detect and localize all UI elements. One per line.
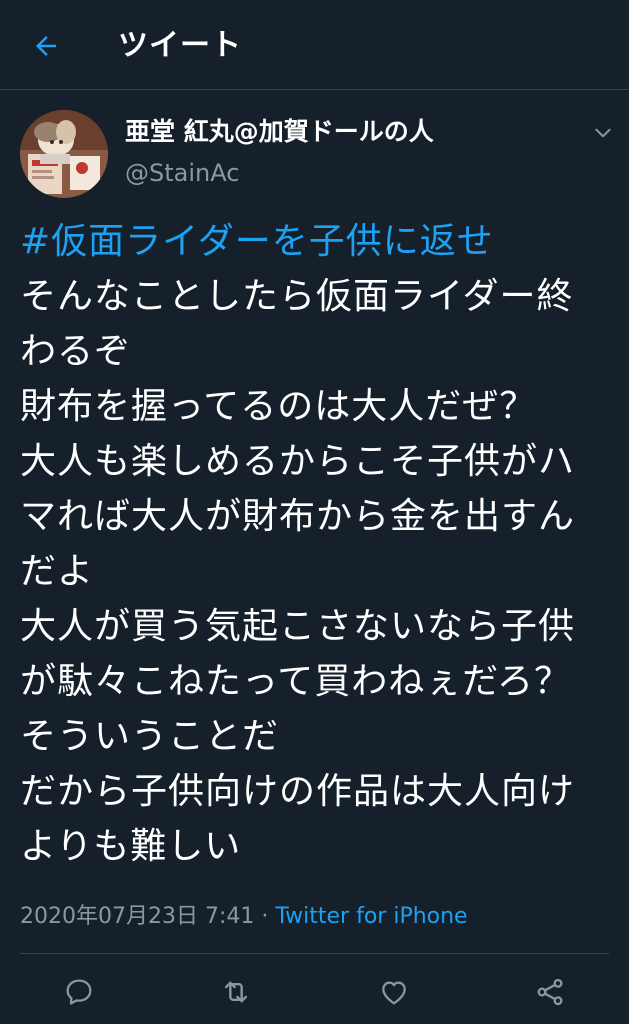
tweet-timestamp[interactable]: 2020年07月23日 7:41 (20, 904, 254, 929)
tweet-line: が駄々こねたって買わねぇだろ？ (20, 661, 572, 702)
tweet-text: #仮面ライダーを子供に返せ そんなことしたら仮面ライダー終 わるぞ 財布を握って… (20, 214, 612, 874)
retweet-icon (224, 981, 248, 1003)
tweet-line: そういうことだ (20, 716, 280, 757)
like-button[interactable] (374, 972, 414, 1012)
hashtag-link[interactable]: #仮面ライダーを子供に返せ (20, 214, 612, 269)
divider (20, 953, 609, 954)
retweet-button[interactable] (216, 972, 256, 1012)
more-options-button[interactable] (588, 118, 618, 148)
page-title: ツイート (118, 28, 242, 63)
meta-separator: · (254, 904, 276, 929)
tweet-line: だよ (20, 551, 95, 592)
tweet-line: だから子供向けの作品は大人向け (20, 771, 576, 812)
tweet-line: 大人も楽しめるからこそ子供がハ (20, 441, 576, 482)
tweet-line: よりも難しい (20, 826, 242, 867)
avatar-image (20, 110, 108, 198)
tweet-line: 財布を握ってるのは大人だぜ？ (20, 386, 537, 427)
display-name[interactable]: 亜堂 紅丸@加賀ドールの人 (125, 114, 434, 150)
reply-button[interactable] (59, 972, 99, 1012)
back-button[interactable] (26, 26, 66, 66)
tweet-meta: 2020年07月23日 7:41 · Twitter for iPhone (20, 900, 468, 934)
share-icon (537, 978, 563, 1006)
app-header: ツイート (0, 0, 629, 90)
chevron-down-icon (595, 128, 611, 138)
heart-icon (382, 981, 406, 1005)
tweet-source-link[interactable]: Twitter for iPhone (275, 904, 467, 929)
user-handle[interactable]: @StainAc (125, 156, 239, 190)
share-button[interactable] (530, 972, 570, 1012)
tweet-line: そんなことしたら仮面ライダー終 (20, 276, 574, 317)
reply-icon (66, 979, 92, 1005)
tweet-line: 大人が買う気起こさないなら子供 (20, 606, 576, 647)
avatar[interactable] (20, 110, 108, 198)
arrow-left-icon (36, 36, 56, 56)
tweet-line: マれば大人が財布から金を出すん (20, 496, 576, 537)
tweet-line: わるぞ (20, 331, 132, 372)
